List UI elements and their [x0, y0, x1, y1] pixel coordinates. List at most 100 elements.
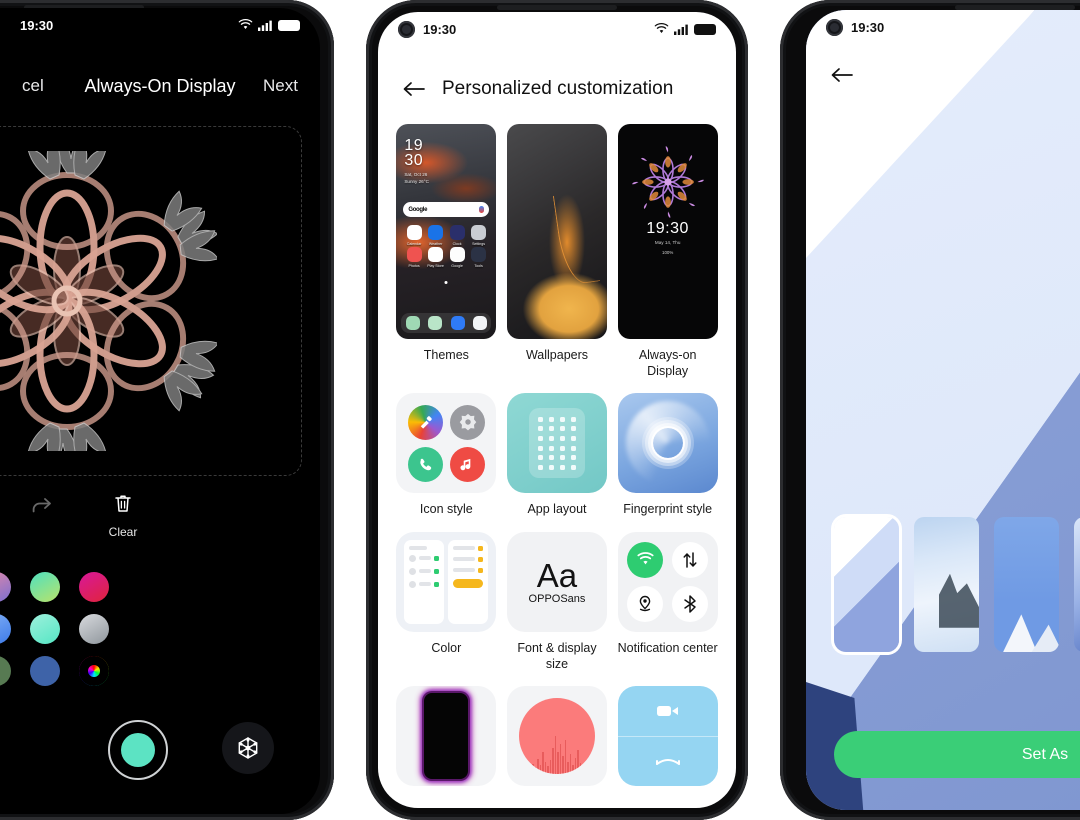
- wifi-toggle: [627, 541, 664, 578]
- wallpaper-thumb-4[interactable]: [1074, 517, 1080, 652]
- middle-screen: 19:30 Personalized customization 19 30 S…: [378, 12, 736, 808]
- wallpaper-thumb-2[interactable]: [914, 517, 979, 652]
- paint-icon: [407, 404, 443, 440]
- wallpaper-thumb-3[interactable]: [994, 517, 1059, 652]
- clear-button[interactable]: Clear: [98, 493, 148, 539]
- icon-style-preview: [396, 393, 497, 494]
- redo-button[interactable]: [15, 495, 65, 526]
- grid-item-color[interactable]: Color: [396, 531, 497, 672]
- kaleidoscope-mode-button[interactable]: [222, 722, 274, 774]
- left-toolbar: ndom Clear: [0, 493, 320, 548]
- swatch[interactable]: [30, 614, 60, 644]
- palette-row-3: [0, 650, 320, 692]
- left-screen: 19:30 cel Always-On Display Next Clear: [0, 8, 320, 814]
- preview-search-bar: Google: [403, 202, 490, 217]
- font-sample: Aa: [536, 556, 578, 594]
- mountain-silhouette: [938, 573, 979, 628]
- color-wheel-button[interactable]: [79, 656, 109, 686]
- mobile-data-toggle: [671, 541, 708, 578]
- left-bottom-bar: [0, 714, 320, 786]
- app-icon: Google: [449, 247, 465, 268]
- waveform-icon: [518, 698, 595, 775]
- left-nav-bar: cel Always-On Display Next: [0, 64, 320, 108]
- capture-button[interactable]: [108, 720, 168, 780]
- kaleidoscope-artwork: [0, 151, 217, 451]
- swatch[interactable]: [0, 572, 11, 602]
- grid-item-themes[interactable]: 19 30 Sat, Oct 26 Sunny 26°C Google Cale…: [396, 124, 497, 379]
- page-indicator-dot: [444, 281, 448, 284]
- status-time: 19:30: [423, 21, 457, 37]
- dock-icon: [473, 316, 488, 330]
- aod-kaleidoscope-icon: [631, 146, 704, 218]
- dock-icon: [405, 316, 420, 330]
- app-icon: Calendar: [406, 225, 422, 246]
- fingerprint-style-preview: [617, 393, 718, 494]
- phone-right-wallpaper-preview: 19:30 Set As: [780, 0, 1080, 820]
- grid-item-label: Fingerprint style: [623, 502, 713, 517]
- grid-item-call-screen[interactable]: [617, 686, 718, 787]
- camera-punch-hole-icon: [398, 20, 415, 38]
- aod-canvas[interactable]: [0, 126, 302, 476]
- dock-icon: [450, 316, 465, 330]
- status-time: 19:30: [851, 19, 885, 35]
- grid-item-label: Font & display size: [517, 640, 597, 671]
- page-title: Personalized customization: [442, 78, 674, 99]
- edge-lighting-preview: [396, 686, 497, 787]
- grid-item-ringtone[interactable]: [506, 686, 608, 787]
- aod-date: May 14, Thu: [654, 240, 681, 245]
- grid-item-icon-style[interactable]: Icon style: [396, 393, 497, 518]
- swatch[interactable]: [0, 656, 11, 686]
- wifi-icon: [654, 23, 669, 34]
- snowflake-icon: [238, 737, 258, 759]
- grid-item-label: App layout: [527, 502, 587, 517]
- app-icon: Clock: [449, 225, 465, 246]
- grid-item-label: Color: [431, 640, 462, 655]
- grid-item-notification-center[interactable]: Notification center: [617, 531, 718, 672]
- wallpaper-thumb-1[interactable]: [834, 517, 899, 652]
- middle-nav-bar: Personalized customization: [378, 64, 736, 114]
- grid-item-wallpapers[interactable]: Wallpapers: [506, 124, 608, 379]
- color-palette: [0, 566, 320, 692]
- wallpaper-thumbnail-strip[interactable]: [834, 517, 1080, 652]
- grid-item-edge-lighting[interactable]: [396, 686, 497, 787]
- swatch[interactable]: [30, 656, 60, 686]
- clear-label: Clear: [108, 525, 138, 539]
- swatch[interactable]: [0, 614, 11, 644]
- battery-icon: [278, 19, 300, 31]
- wallpapers-preview: [506, 124, 607, 339]
- dock-icon: [428, 316, 443, 330]
- trash-icon: [115, 495, 131, 512]
- grid-item-fingerprint-style[interactable]: Fingerprint style: [617, 393, 718, 518]
- right-screen: 19:30 Set As: [806, 10, 1080, 810]
- color-pane-left: [404, 539, 445, 624]
- call-screen-preview: [617, 686, 718, 787]
- signal-icon: [674, 24, 688, 35]
- customization-grid: 19 30 Sat, Oct 26 Sunny 26°C Google Cale…: [396, 124, 718, 787]
- grid-item-font-display-size[interactable]: Aa OPPOSans Font & display size: [506, 531, 608, 672]
- next-button[interactable]: Next: [263, 76, 298, 96]
- back-arrow-icon[interactable]: [830, 66, 854, 84]
- phone-left-always-on-display: 19:30 cel Always-On Display Next Clear: [0, 0, 334, 820]
- preview-dock: [401, 313, 492, 333]
- swatch[interactable]: [30, 572, 60, 602]
- palette-row-2: [0, 608, 320, 650]
- mic-icon: [479, 206, 485, 213]
- video-call-icon: [618, 686, 718, 736]
- grid-item-label: Icon style: [419, 502, 473, 517]
- app-grid-illustration: [528, 408, 585, 479]
- grid-item-app-layout[interactable]: App layout: [506, 393, 608, 518]
- preview-clock: 19 30: [404, 137, 424, 170]
- camera-punch-hole-icon: [826, 18, 843, 36]
- right-nav-bar: [830, 66, 854, 89]
- aod-battery: 100%: [662, 250, 674, 255]
- location-toggle: [627, 586, 664, 623]
- redo-icon: [32, 498, 51, 513]
- app-layout-preview: [506, 393, 607, 494]
- grid-item-always-on-display[interactable]: 19:30 May 14, Thu 100% Always-on Display: [617, 124, 718, 379]
- back-arrow-icon[interactable]: [402, 80, 426, 98]
- swatch[interactable]: [79, 614, 109, 644]
- swatch[interactable]: [79, 572, 109, 602]
- left-status-bar: 19:30: [0, 8, 320, 42]
- notification-preview: [617, 531, 718, 632]
- set-as-button[interactable]: Set As: [834, 731, 1080, 778]
